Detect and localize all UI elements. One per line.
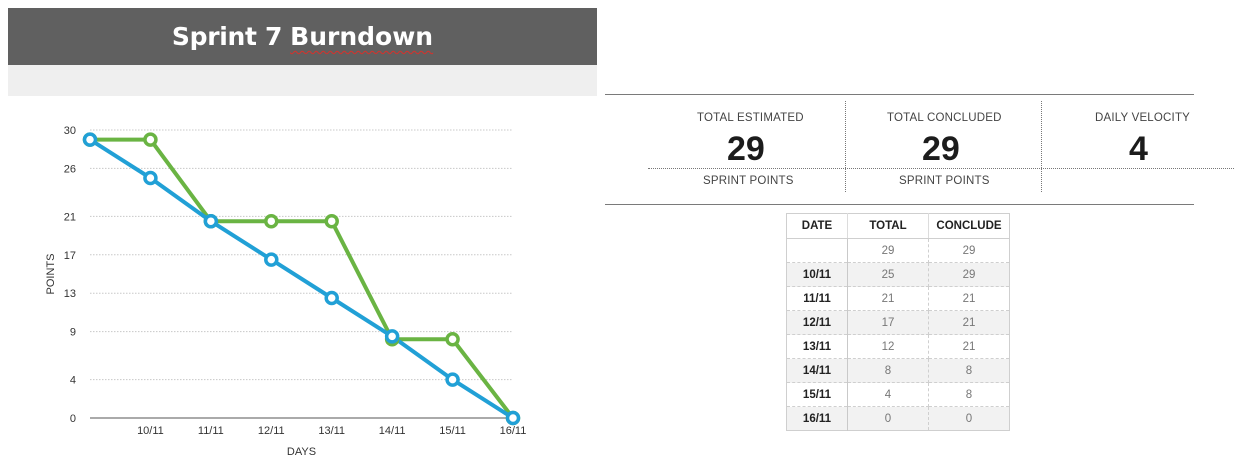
y-tick-label: 30	[64, 125, 76, 137]
cell-conclude: 21	[928, 310, 1010, 335]
cell-date	[786, 238, 848, 263]
cell-date: 13/11	[786, 334, 848, 359]
stats-dotted-rule	[648, 168, 1234, 169]
x-tick-label: 10/11	[137, 425, 164, 437]
stat-total-concluded-value: 29	[922, 130, 960, 168]
table-row: 29 29	[786, 238, 1010, 263]
series-point-1	[82, 132, 98, 147]
series-point-1	[143, 170, 158, 186]
cell-conclude: 21	[928, 286, 1010, 311]
y-tick-label: 4	[70, 375, 76, 387]
series-point-1	[505, 410, 521, 426]
series-point-0	[143, 132, 158, 147]
cell-total: 8	[847, 358, 929, 383]
stat-total-estimated-unit: SPRINT POINTS	[703, 175, 794, 187]
column-header-conclude: CONCLUDE	[928, 213, 1010, 239]
table-row: 14/11 8 8	[786, 358, 1010, 383]
y-tick-label: 13	[64, 288, 76, 300]
cell-date: 12/11	[786, 310, 848, 335]
series-point-0	[445, 332, 460, 347]
x-tick-label: 12/11	[258, 425, 285, 437]
stats-divider-1	[845, 101, 846, 192]
table-row: 10/11 25 29	[786, 262, 1010, 287]
stats-divider-2	[1041, 101, 1042, 192]
cell-total: 12	[847, 334, 929, 359]
series-point-1	[384, 329, 400, 344]
sprint-title-bar: Sprint 7 Burndown	[8, 8, 597, 65]
cell-total: 29	[847, 238, 929, 263]
cell-date: 11/11	[786, 286, 848, 311]
cell-date: 14/11	[786, 358, 848, 383]
table-row: 11/11 21 21	[786, 286, 1010, 311]
table-row: 13/11 12 21	[786, 334, 1010, 359]
x-tick-label: 13/11	[318, 425, 345, 437]
cell-total: 21	[847, 286, 929, 311]
burndown-chart: 0 4 9 13 17 21 26 30 10/11 11/11 12/11 13/11 14/11 15…	[45, 125, 527, 458]
x-axis-title: DAYS	[287, 446, 316, 458]
burndown-table: DATE TOTAL CONCLUDE 29 29 10/11 25 29 11/11…	[786, 213, 1010, 431]
table-row: 12/11 17 21	[786, 310, 1010, 335]
x-tick-label: 16/11	[500, 425, 527, 437]
x-tick-label: 11/11	[198, 425, 224, 437]
x-tick-label: 14/11	[379, 425, 406, 437]
title-text-burndown: Burndown	[290, 22, 434, 51]
title-text-sprint: Sprint 7	[171, 22, 283, 51]
series-point-1	[264, 252, 279, 267]
cell-conclude: 29	[928, 262, 1010, 287]
column-header-total: TOTAL	[847, 213, 929, 239]
series-point-0	[264, 213, 279, 229]
cell-total: 25	[847, 262, 929, 287]
y-tick-label: 9	[70, 327, 76, 339]
series-point-0	[324, 213, 339, 229]
cell-date: 15/11	[786, 382, 848, 407]
y-axis-title: POINTS	[45, 254, 57, 295]
cell-conclude: 8	[928, 382, 1010, 407]
stat-total-estimated-label: TOTAL ESTIMATED	[697, 112, 804, 124]
table-row: 16/11 0 0	[786, 406, 1010, 431]
cell-date: 16/11	[786, 406, 848, 431]
cell-total: 4	[847, 382, 929, 407]
x-tick-label: 15/11	[439, 425, 466, 437]
table-header-row: DATE TOTAL CONCLUDE	[786, 213, 1010, 239]
stat-daily-velocity-value: 4	[1129, 130, 1148, 168]
cell-conclude: 29	[928, 238, 1010, 263]
stat-total-estimated-value: 29	[727, 130, 765, 168]
stats-panel: TOTAL ESTIMATED 29 SPRINT POINTS TOTAL C…	[605, 94, 1234, 205]
y-tick-label: 21	[64, 211, 76, 223]
table-row: 15/11 4 8	[786, 382, 1010, 407]
stat-total-concluded-label: TOTAL CONCLUDED	[887, 112, 1002, 124]
cell-conclude: 8	[928, 358, 1010, 383]
series-point-1	[445, 372, 460, 387]
cell-conclude: 0	[928, 406, 1010, 431]
series-point-1	[203, 213, 219, 229]
cell-total: 17	[847, 310, 929, 335]
y-tick-label: 0	[70, 413, 76, 425]
stat-daily-velocity-label: DAILY VELOCITY	[1095, 112, 1191, 124]
cell-conclude: 21	[928, 334, 1010, 359]
title-subbar	[8, 65, 597, 96]
column-header-date: DATE	[786, 213, 848, 239]
series-point-1	[324, 290, 339, 306]
cell-total: 0	[847, 406, 929, 431]
stat-total-concluded-unit: SPRINT POINTS	[899, 175, 990, 187]
cell-date: 10/11	[786, 262, 848, 287]
y-tick-label: 26	[64, 163, 76, 175]
y-tick-label: 17	[64, 250, 76, 262]
